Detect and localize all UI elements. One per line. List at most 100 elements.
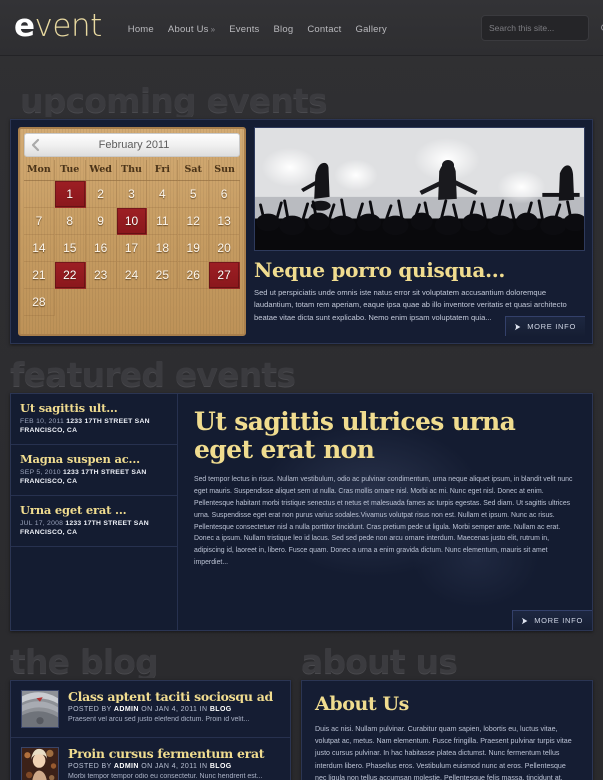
nav-item-contact[interactable]: Contact [307,24,341,35]
calendar-prev-button[interactable] [25,138,47,152]
featured-event-title: Ut sagittis ult... [20,401,118,415]
featured-event-date: FEB 10, 2011 [20,417,65,425]
calendar-day-highlighted[interactable]: 10 [116,208,148,235]
nav-label: About Us [167,24,209,35]
search-input[interactable] [489,23,600,33]
calendar-day[interactable]: 25 [147,262,179,289]
featured-event-item[interactable]: Urna eget erat ... JUL 17, 2008 1233 17TH… [11,496,177,547]
blog-post-title[interactable]: Class aptent taciti sociosqu ad [68,690,280,703]
in-label: IN [199,763,208,771]
nav-item-home[interactable]: Home [128,24,154,35]
nav-item-events[interactable]: Events [229,24,259,35]
calendar-day[interactable]: 2 [85,181,117,208]
calendar-day[interactable]: 28 [24,289,55,316]
calendar-day-highlighted[interactable]: 27 [209,262,240,289]
blog-post-category[interactable]: BLOG [210,763,232,770]
blog-post-thumbnail[interactable] [21,690,59,728]
calendar-day[interactable]: 12 [178,208,210,235]
featured-events-panel: Ut sagittis ult... FEB 10, 2011 1233 17TH… [10,393,593,631]
calendar-day[interactable]: 5 [178,181,210,208]
calendar-day[interactable]: 7 [24,208,55,235]
calendar-day[interactable]: 19 [178,235,210,262]
featured-event-item[interactable]: Ut sagittis ult... FEB 10, 2011 1233 17TH… [11,394,177,445]
calendar-day[interactable]: 16 [85,235,117,262]
nav-item-gallery[interactable]: Gallery [355,24,387,35]
posted-by-label: POSTED BY [68,706,112,714]
in-label: IN [199,706,208,714]
blog-panel: Class aptent taciti sociosqu ad POSTED BY… [10,680,291,780]
on-label: ON [141,763,153,771]
blog-post-item[interactable]: Class aptent taciti sociosqu ad POSTED BY… [11,681,290,738]
calendar-day[interactable]: 17 [116,235,148,262]
calendar-day-names: Mon Tue Wed Thu Fri Sat Sun [24,160,240,181]
calendar-day-name: Mon [24,160,55,180]
upcoming-events-section: upcoming events February 2011 Mon Tue Wed T… [0,84,603,344]
calendar-day[interactable]: 20 [209,235,240,262]
event-calendar: February 2011 Mon Tue Wed Thu Fri Sat Sun 1234… [18,127,246,336]
calendar-day[interactable]: 4 [147,181,179,208]
logo-first-letter: e [14,7,35,44]
nav-item-blog[interactable]: Blog [274,24,294,35]
nav-label: Events [229,24,260,35]
calendar-day-highlighted[interactable]: 22 [54,262,86,289]
nav-label: Gallery [355,24,387,35]
calendar-header: February 2011 [24,133,240,157]
calendar-day[interactable]: 24 [116,262,148,289]
hero-image [254,127,585,251]
blog-post-author[interactable]: ADMIN [114,706,139,713]
about-section-title: about us [301,645,458,678]
calendar-empty-cell [24,181,55,208]
calendar-day[interactable]: 6 [209,181,240,208]
calendar-day-name: Fri [147,160,179,180]
calendar-day[interactable]: 9 [85,208,117,235]
posted-by-label: POSTED BY [68,763,112,771]
nav-label: Home [127,24,154,35]
arrow-right-icon [514,323,521,330]
featured-event-meta: FEB 10, 2011 1233 17TH STREET SAN FRANCI… [20,417,168,435]
upcoming-events-panel: February 2011 Mon Tue Wed Thu Fri Sat Sun 1234… [10,119,593,344]
featured-events-list: Ut sagittis ult... FEB 10, 2011 1233 17TH… [11,394,178,630]
featured-event-detail: Ut sagittis ultrices urna eget erat non … [178,394,592,630]
calendar-day[interactable]: 15 [54,235,86,262]
blog-post-title[interactable]: Proin cursus fermentum erat [68,747,280,760]
site-logo[interactable]: event [14,7,103,45]
blog-post-category[interactable]: BLOG [210,706,232,713]
calendar-day[interactable]: 13 [209,208,240,235]
calendar-day[interactable]: 18 [147,235,179,262]
calendar-day-name: Wed [86,160,117,180]
calendar-day[interactable]: 21 [24,262,55,289]
featured-event-item[interactable]: Magna suspen ac... SEP 5, 2010 1233 17TH … [11,445,177,496]
blog-post-thumbnail[interactable] [21,747,59,780]
featured-event-date: SEP 5, 2010 [20,468,61,476]
blog-post-meta: POSTED BY ADMIN ON JAN 4, 2011 IN BLOG [68,706,280,713]
blog-post-excerpt: Morbi tempor tempor odio eu consectetur.… [68,773,263,780]
blog-section: the blog Class aptent taciti sociosqu ad… [10,645,291,780]
featured-detail-title: Ut sagittis ultrices urna eget erat non [194,407,516,464]
calendar-day[interactable]: 11 [147,208,179,235]
chevron-right-icon: » [210,25,216,34]
blog-post-text: Proin cursus fermentum erat POSTED BY ADM… [68,747,280,780]
calendar-day[interactable]: 3 [116,181,148,208]
blog-post-author[interactable]: ADMIN [114,763,139,770]
search-box[interactable] [481,15,603,41]
logo-rest: vent [34,7,103,44]
nav-item-about-us[interactable]: About Us» [168,24,215,35]
calendar-day[interactable]: 8 [54,208,86,235]
blog-post-item[interactable]: Proin cursus fermentum erat POSTED BY ADM… [11,738,290,780]
portrait-bokeh-thumbnail-image [22,748,58,780]
main-navigation: Home About Us» Events Blog Contact Galle… [128,20,387,35]
calendar-day[interactable]: 14 [24,235,55,262]
calendar-day[interactable]: 23 [85,262,117,289]
blog-post-meta: POSTED BY ADMIN ON JAN 4, 2011 IN BLOG [68,763,280,770]
about-panel: About Us Duis ac nisi. Nullam pulvinar. … [301,680,593,780]
featured-event-meta: SEP 5, 2010 1233 17TH STREET SAN FRANCIS… [20,468,168,486]
blog-post-excerpt: Praesent vel arcu sed justo eleifend dic… [68,716,250,724]
blog-post-text: Class aptent taciti sociosqu ad POSTED BY… [68,690,280,728]
on-label: ON [141,706,153,714]
calendar-day[interactable]: 26 [178,262,210,289]
bottom-row: the blog Class aptent taciti sociosqu ad… [0,645,603,780]
featured-event-meta: JUL 17, 2008 1233 17TH STREET SAN FRANCI… [20,519,168,537]
hero-more-info-button[interactable]: MORE INFO [505,316,585,336]
nav-label: Contact [307,24,342,35]
calendar-day-highlighted[interactable]: 1 [54,181,86,208]
